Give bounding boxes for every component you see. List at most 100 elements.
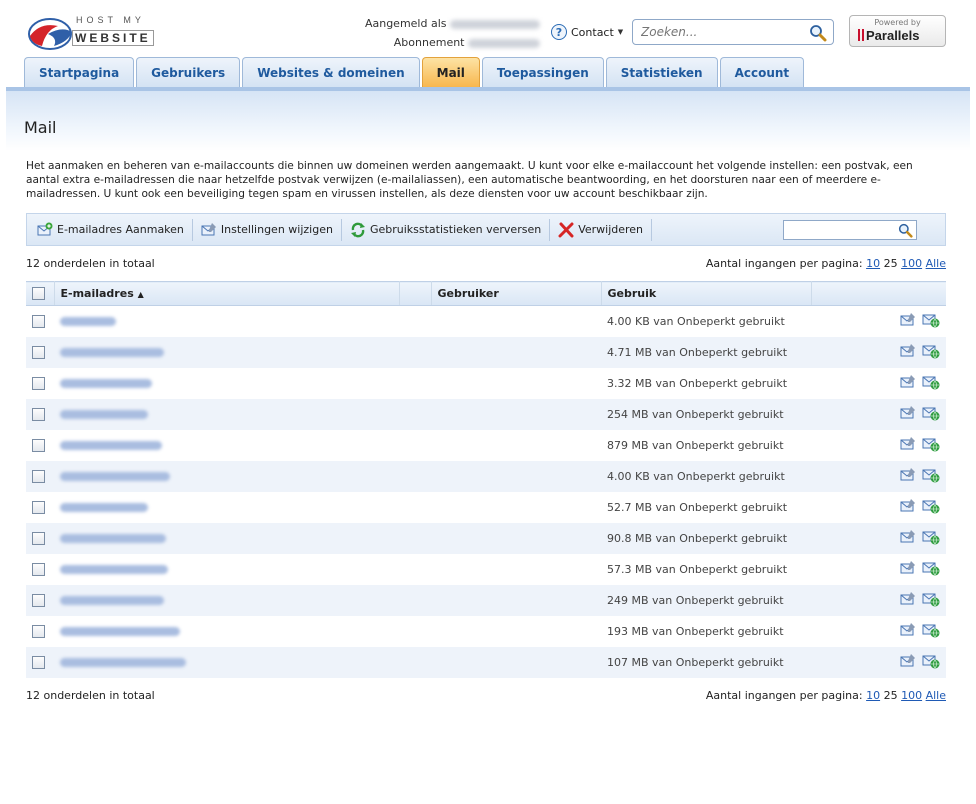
row-checkbox[interactable] bbox=[32, 345, 45, 359]
global-search bbox=[632, 19, 834, 45]
host-my-website-logo[interactable]: HOST MY WEBSITE bbox=[28, 15, 158, 52]
webmail-icon[interactable] bbox=[922, 591, 940, 610]
row-select-cell bbox=[26, 584, 54, 616]
contact-menu[interactable]: ? Contact ▼ bbox=[551, 23, 623, 41]
actions-cell bbox=[811, 554, 946, 585]
edit-settings-icon[interactable] bbox=[900, 560, 916, 579]
main-tabs: Startpagina Gebruikers Websites & domein… bbox=[24, 57, 805, 88]
actions-cell bbox=[811, 646, 946, 678]
email-link-blurred[interactable] bbox=[60, 503, 148, 512]
webmail-icon[interactable] bbox=[922, 560, 940, 579]
usage-cell: 90.8 MB van Onbeperkt gebruikt bbox=[601, 522, 811, 554]
email-link-blurred[interactable] bbox=[60, 410, 148, 419]
webmail-icon[interactable] bbox=[922, 374, 940, 393]
list-search-input[interactable] bbox=[788, 223, 896, 237]
edit-settings-icon[interactable] bbox=[900, 374, 916, 393]
email-link-blurred[interactable] bbox=[60, 379, 152, 388]
edit-settings-icon[interactable] bbox=[900, 312, 916, 331]
edit-settings-icon[interactable] bbox=[900, 467, 916, 486]
tab-gebruikers[interactable]: Gebruikers bbox=[136, 57, 241, 88]
delete-button[interactable]: Verwijderen bbox=[550, 218, 653, 241]
row-checkbox[interactable] bbox=[32, 531, 45, 545]
webmail-icon[interactable] bbox=[922, 405, 940, 424]
refresh-stats-button[interactable]: Gebruiksstatistieken verversen bbox=[342, 218, 551, 241]
username-blurred[interactable] bbox=[450, 19, 540, 29]
search-icon[interactable] bbox=[898, 223, 913, 238]
column-email[interactable]: E-mailadres ▲ bbox=[54, 281, 400, 306]
user-cell bbox=[431, 430, 601, 461]
email-link-blurred[interactable] bbox=[60, 627, 180, 636]
edit-settings-icon[interactable] bbox=[900, 405, 916, 424]
row-checkbox[interactable] bbox=[32, 562, 45, 576]
tab-label: Gebruikers bbox=[151, 66, 226, 80]
webmail-icon[interactable] bbox=[922, 312, 940, 331]
tab-label: Account bbox=[734, 66, 790, 80]
row-checkbox[interactable] bbox=[32, 315, 45, 328]
select-all-checkbox[interactable] bbox=[32, 287, 45, 301]
subscription-blurred[interactable] bbox=[468, 38, 540, 48]
per-page-100[interactable]: 100 bbox=[901, 689, 922, 702]
per-page-10[interactable]: 10 bbox=[866, 689, 880, 702]
email-link-blurred[interactable] bbox=[60, 596, 164, 605]
email-link-blurred[interactable] bbox=[60, 472, 170, 481]
row-checkbox[interactable] bbox=[32, 624, 45, 638]
tab-account[interactable]: Account bbox=[719, 57, 805, 88]
global-search-input[interactable] bbox=[641, 24, 801, 40]
webmail-icon[interactable] bbox=[922, 498, 940, 517]
edit-settings-icon[interactable] bbox=[900, 498, 916, 517]
user-cell bbox=[431, 584, 601, 616]
edit-settings-icon[interactable] bbox=[900, 653, 916, 672]
edit-settings-icon[interactable] bbox=[900, 436, 916, 455]
webmail-icon[interactable] bbox=[922, 343, 940, 362]
email-cell bbox=[54, 460, 399, 492]
row-checkbox[interactable] bbox=[32, 407, 45, 421]
email-link-blurred[interactable] bbox=[60, 658, 186, 667]
tab-mail[interactable]: Mail bbox=[421, 57, 480, 88]
column-user[interactable]: Gebruiker bbox=[431, 281, 602, 306]
mail-table: E-mailadres ▲ Gebruiker Gebruik 4.00 KB … bbox=[26, 281, 946, 678]
delete-label: Verwijderen bbox=[578, 223, 644, 236]
spacer-cell bbox=[399, 584, 431, 616]
row-checkbox[interactable] bbox=[32, 500, 45, 514]
row-checkbox[interactable] bbox=[32, 376, 45, 390]
user-cell bbox=[431, 336, 601, 368]
per-page-10[interactable]: 10 bbox=[866, 257, 880, 270]
create-email-button[interactable]: E-mailadres Aanmaken bbox=[27, 218, 193, 241]
tab-toepassingen[interactable]: Toepassingen bbox=[481, 57, 604, 88]
email-link-blurred[interactable] bbox=[60, 348, 164, 357]
webmail-icon[interactable] bbox=[922, 436, 940, 455]
email-cell bbox=[54, 430, 399, 461]
login-info: Aangemeld als Abonnement bbox=[360, 14, 540, 52]
change-settings-button[interactable]: Instellingen wijzigen bbox=[193, 218, 342, 241]
webmail-icon[interactable] bbox=[922, 653, 940, 672]
email-link-blurred[interactable] bbox=[60, 317, 116, 327]
edit-settings-icon[interactable] bbox=[900, 529, 916, 548]
edit-settings-icon[interactable] bbox=[900, 343, 916, 362]
row-checkbox[interactable] bbox=[32, 469, 45, 483]
webmail-icon[interactable] bbox=[922, 467, 940, 486]
powered-by-label: Powered by bbox=[874, 18, 921, 27]
tab-statistieken[interactable]: Statistieken bbox=[605, 57, 718, 88]
per-page-all[interactable]: Alle bbox=[926, 257, 946, 270]
parallels-badge[interactable]: Powered by Parallels bbox=[849, 15, 946, 47]
row-checkbox[interactable] bbox=[32, 655, 45, 669]
row-checkbox[interactable] bbox=[32, 438, 45, 452]
edit-settings-icon[interactable] bbox=[900, 622, 916, 641]
refresh-icon bbox=[350, 222, 365, 237]
email-link-blurred[interactable] bbox=[60, 565, 168, 574]
row-checkbox[interactable] bbox=[32, 593, 45, 607]
column-usage[interactable]: Gebruik bbox=[601, 281, 812, 306]
email-link-blurred[interactable] bbox=[60, 534, 166, 543]
edit-settings-icon[interactable] bbox=[900, 591, 916, 610]
per-page-all[interactable]: Alle bbox=[926, 689, 946, 702]
tab-startpagina[interactable]: Startpagina bbox=[24, 57, 135, 88]
email-link-blurred[interactable] bbox=[60, 441, 162, 450]
table-row: 4.71 MB van Onbeperkt gebruikt bbox=[26, 336, 946, 368]
search-icon[interactable] bbox=[809, 24, 827, 42]
webmail-icon[interactable] bbox=[922, 622, 940, 641]
table-row: 57.3 MB van Onbeperkt gebruikt bbox=[26, 554, 946, 585]
tab-websites-domeinen[interactable]: Websites & domeinen bbox=[242, 57, 420, 88]
webmail-icon[interactable] bbox=[922, 529, 940, 548]
per-page-100[interactable]: 100 bbox=[901, 257, 922, 270]
per-page-top: Aantal ingangen per pagina: 10 25 100 Al… bbox=[706, 257, 946, 270]
